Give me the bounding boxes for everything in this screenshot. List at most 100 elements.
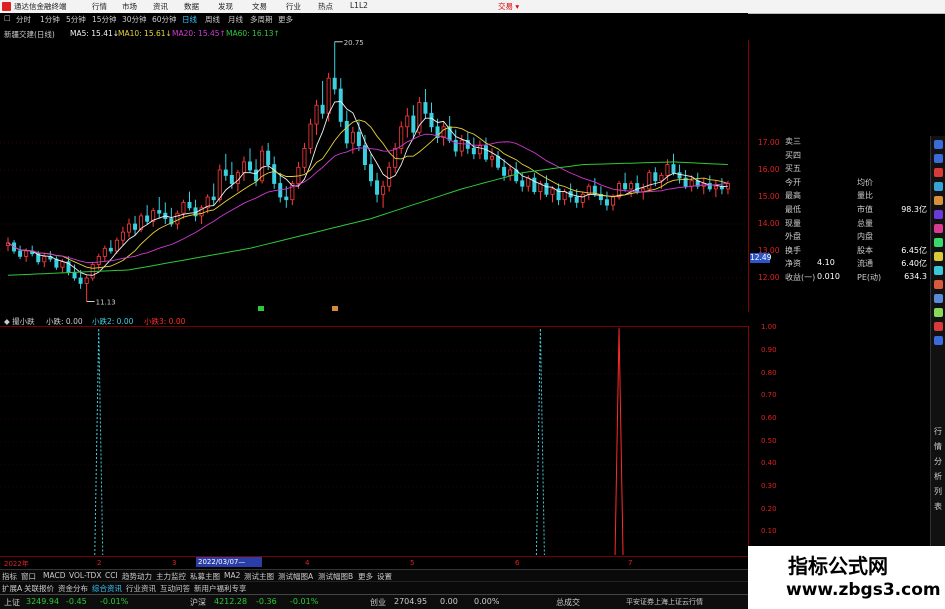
trade-button[interactable]: 交易 ▾ — [498, 1, 519, 12]
candle-body-69 — [423, 102, 428, 114]
tab1-8[interactable]: MA2 — [224, 571, 240, 580]
sh-index-percent: -0.01% — [100, 597, 129, 606]
menu-item-hangqing[interactable]: 行情 — [92, 1, 107, 12]
plus-icon[interactable] — [934, 140, 943, 149]
quote-label-right: 股本 — [857, 245, 873, 255]
candle-body-50 — [308, 123, 313, 149]
tab2-2[interactable]: 资金分布 — [58, 583, 88, 594]
menu-item-zixun[interactable]: 资讯 — [153, 1, 168, 12]
menu-item-faxian[interactable]: 发现 — [218, 1, 233, 12]
total-volume-label: 总成交 — [556, 598, 580, 607]
brush-icon[interactable] — [934, 224, 943, 233]
period-fenshi[interactable]: 分时 — [16, 14, 31, 25]
quote-value: 6.45亿 — [901, 245, 927, 255]
quote-label: 今开 — [785, 177, 801, 187]
candle-body-17 — [108, 247, 113, 252]
tab1-4[interactable]: CCI — [105, 571, 118, 580]
indicator-chart[interactable] — [0, 326, 748, 557]
candle-body-21 — [133, 223, 138, 230]
period-weekly[interactable]: 周线 — [205, 14, 220, 25]
period-multi[interactable]: 多周期 — [250, 14, 273, 25]
candle-body-75 — [459, 139, 464, 152]
period-daily[interactable]: 日线 — [182, 14, 197, 25]
chart-icon[interactable] — [934, 238, 943, 247]
period-5min[interactable]: 5分钟 — [66, 14, 86, 25]
eye-icon[interactable] — [934, 336, 943, 345]
candle-body-113 — [689, 180, 694, 187]
info-icon[interactable] — [934, 308, 943, 317]
menu-item-l1l2[interactable]: L1L2 — [350, 1, 368, 10]
candle-body-34 — [211, 196, 216, 201]
broker-name: 平安证券上海上证云行情 — [626, 598, 703, 606]
tab2-4[interactable]: 行业资讯 — [126, 583, 156, 594]
candle-body-56 — [344, 121, 349, 144]
pencil-icon[interactable] — [934, 280, 943, 289]
tab2-1[interactable]: 关联报价 — [24, 583, 54, 594]
candle-body-55 — [338, 88, 343, 122]
indicator-tick-7: 0.30 — [761, 481, 777, 490]
candle-body-23 — [145, 215, 150, 222]
tab1-2[interactable]: MACD — [43, 571, 65, 580]
cy-index-value: 2704.95 — [394, 597, 428, 606]
cy-index-change: 0.00 — [440, 597, 458, 606]
vertical-tab-3[interactable]: 析 — [934, 471, 942, 482]
quote-label: 卖三 — [785, 137, 801, 146]
tab2-5[interactable]: 互动问答 — [160, 583, 190, 594]
reload-icon[interactable] — [934, 168, 943, 177]
candle-body-110 — [671, 164, 676, 174]
period-more[interactable]: 更多 — [278, 14, 293, 25]
ma60-line — [7, 161, 728, 276]
sh-index-name[interactable]: 上证 — [4, 597, 20, 608]
vertical-tab-0[interactable]: 行 — [934, 426, 942, 437]
indicator-spike-0 — [94, 328, 104, 556]
candle-body-111 — [677, 172, 682, 179]
star-icon[interactable] — [934, 252, 943, 261]
menu-item-shuju[interactable]: 数据 — [184, 1, 199, 12]
flag-icon[interactable] — [934, 322, 943, 331]
quote-label: 外盘 — [785, 232, 801, 242]
candlestick-chart[interactable]: 20.75 11.13 — [0, 40, 748, 312]
indicator-tick-6: 0.40 — [761, 459, 777, 468]
vertical-tab-1[interactable]: 情 — [934, 441, 942, 452]
quote-label-right: 总量 — [857, 218, 873, 228]
quote-label: 买五 — [785, 164, 801, 174]
period-15min[interactable]: 15分钟 — [92, 14, 117, 25]
menu-item-hangye[interactable]: 行业 — [286, 1, 301, 12]
candle-body-9 — [60, 261, 65, 268]
candle-body-20 — [127, 223, 132, 233]
candle-body-40 — [247, 161, 252, 171]
list-icon[interactable] — [934, 266, 943, 275]
hs-index-name[interactable]: 沪深 — [190, 597, 206, 608]
vertical-tab-2[interactable]: 分 — [934, 456, 942, 467]
vertical-tab-5[interactable]: 表 — [934, 501, 942, 512]
grid-icon[interactable] — [934, 182, 943, 191]
menu-item-redian[interactable]: 热点 — [318, 1, 333, 12]
candle-body-58 — [356, 131, 361, 147]
period-1min[interactable]: 1分钟 — [40, 14, 60, 25]
period-60min[interactable]: 60分钟 — [152, 14, 177, 25]
candle-body-63 — [387, 166, 392, 187]
period-monthly[interactable]: 月线 — [228, 14, 243, 25]
menu-item-wenyi[interactable]: 文易 — [252, 1, 267, 12]
layout-icon[interactable] — [934, 210, 943, 219]
settings-icon[interactable] — [934, 294, 943, 303]
tab1-3[interactable]: VOL-TDX — [69, 571, 101, 580]
current-price-tag: 12.49 — [750, 253, 772, 263]
period-icon[interactable]: ☐ — [4, 14, 11, 23]
cy-index-name[interactable]: 创业 — [370, 597, 386, 608]
menu-item-shichang[interactable]: 市场 — [122, 1, 137, 12]
period-toolbar: ☐ 分时 1分钟 5分钟 15分钟 30分钟 60分钟 日线 周线 月线 多周期… — [0, 13, 748, 26]
tools-icon[interactable] — [934, 196, 943, 205]
tab2-0[interactable]: 扩展A — [2, 583, 22, 594]
period-30min[interactable]: 30分钟 — [122, 14, 147, 25]
quote-row-4: 最高 量比 — [785, 190, 929, 203]
candle-body-102 — [623, 183, 628, 190]
quote-label: 收益(一) — [785, 273, 816, 282]
price-tick-5: 12.00 — [758, 273, 780, 282]
app-logo-icon — [2, 2, 11, 11]
minus-icon[interactable] — [934, 154, 943, 163]
tab2-3[interactable]: 综合资讯 — [92, 583, 122, 594]
tab2-6[interactable]: 新用户福利专享 — [194, 583, 247, 594]
vertical-tab-4[interactable]: 列 — [934, 486, 942, 497]
candle-body-89 — [544, 183, 549, 195]
